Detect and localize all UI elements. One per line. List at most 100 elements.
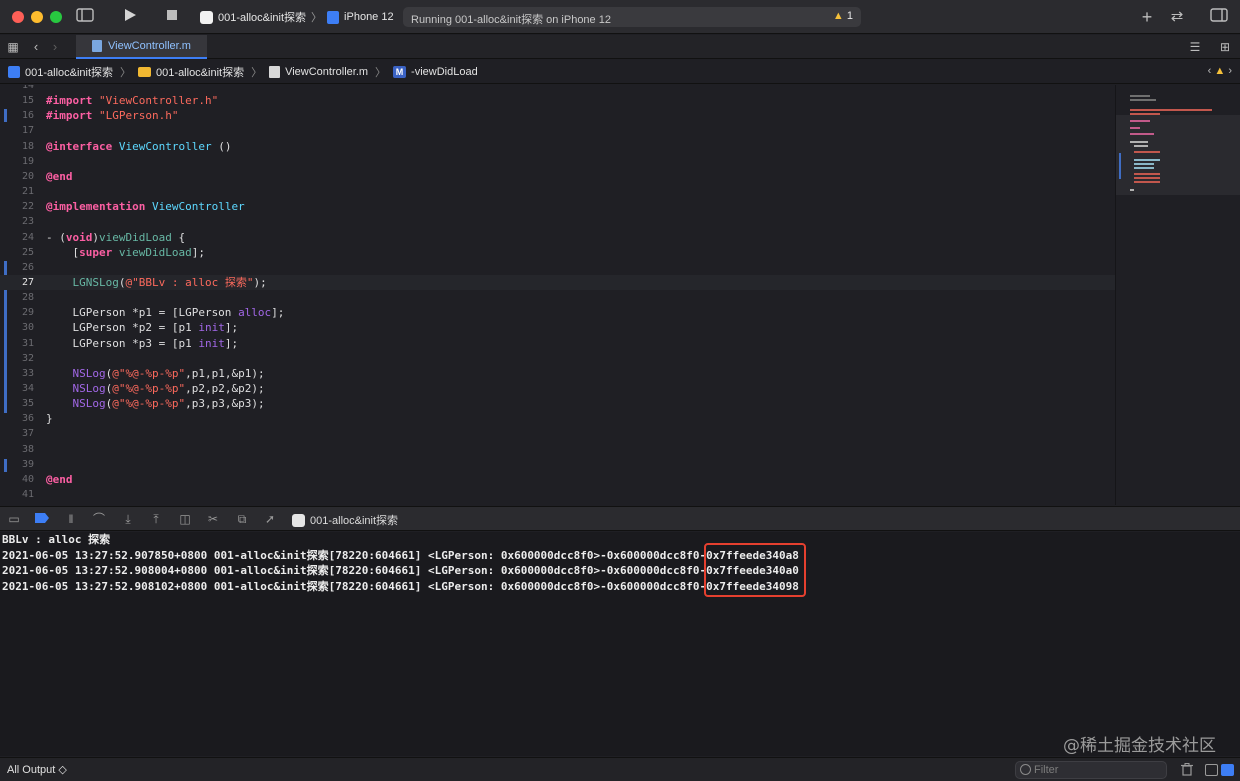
show-console-view-icon[interactable] (1221, 764, 1234, 776)
line-number[interactable]: 38 (10, 442, 34, 457)
code-line[interactable]: 19 (0, 154, 1115, 169)
line-number[interactable]: 39 (10, 457, 34, 472)
tab-viewcontroller[interactable]: ViewController.m (76, 35, 207, 59)
line-number[interactable]: 33 (10, 366, 34, 381)
code-line[interactable]: 14 (0, 85, 1115, 93)
code-line[interactable]: 31 LGPerson *p3 = [p1 init]; (0, 336, 1115, 351)
jumpbar-item-method[interactable]: -viewDidLoad (411, 66, 478, 78)
line-number[interactable]: 14 (10, 85, 34, 93)
code-line[interactable]: 37 (0, 426, 1115, 441)
run-icon[interactable] (121, 8, 139, 26)
code-line[interactable]: 36} (0, 411, 1115, 426)
warning-badge[interactable]: ▲ 1 (833, 10, 853, 22)
line-number[interactable]: 30 (10, 320, 34, 335)
code-line[interactable]: 24 - (void)viewDidLoad { (0, 230, 1115, 245)
warning-icon: ▲ (832, 10, 844, 22)
code-line[interactable]: 20 @end (0, 169, 1115, 184)
line-number[interactable]: 27 (10, 275, 34, 290)
output-selector[interactable]: All Output ◇ (7, 763, 67, 776)
jumpbar-item-project[interactable]: 001-alloc&init探索 (25, 64, 113, 80)
line-number[interactable]: 15 (10, 93, 34, 108)
code-line[interactable]: 15 #import "ViewController.h" (0, 93, 1115, 108)
inspector-toggle-icon[interactable] (1210, 8, 1228, 26)
line-number[interactable]: 19 (10, 154, 34, 169)
filter-icon (1020, 764, 1031, 775)
step-out-icon[interactable]: ⤒ (149, 512, 163, 526)
scheme-selector[interactable]: 001-alloc&init探索 〉 iPhone 12 (200, 9, 394, 25)
line-number[interactable]: 35 (10, 396, 34, 411)
minimap[interactable] (1115, 85, 1240, 505)
code-line[interactable]: 22 @implementation ViewController (0, 199, 1115, 214)
console-output[interactable]: BBLv : alloc 探索 2021-06-05 13:27:52.9078… (0, 532, 1240, 756)
grid-icon[interactable]: ▦ (4, 38, 22, 56)
address-highlight-box (704, 543, 806, 597)
line-number[interactable]: 23 (10, 214, 34, 229)
line-number[interactable]: 41 (10, 487, 34, 502)
jumpbar-item-folder[interactable]: 001-alloc&init探索 (156, 64, 244, 80)
line-number[interactable]: 21 (10, 184, 34, 199)
pause-icon[interactable]: ‖ (64, 512, 78, 526)
line-number[interactable]: 17 (10, 123, 34, 138)
code-line[interactable]: 39 (0, 457, 1115, 472)
line-number[interactable]: 20 (10, 169, 34, 184)
code-line[interactable]: 25 [super viewDidLoad]; (0, 245, 1115, 260)
code-line[interactable]: 33 NSLog(@"%@-%p-%p",p1,p1,&p1); (0, 366, 1115, 381)
source-editor[interactable]: 14 15 #import "ViewController.h" 16 #import … (0, 85, 1115, 505)
code-line[interactable]: 34 NSLog(@"%@-%p-%p",p2,p2,&p2); (0, 381, 1115, 396)
code-line[interactable]: 30 LGPerson *p2 = [p1 init]; (0, 320, 1115, 335)
filter-input[interactable]: Filter (1015, 761, 1167, 779)
line-number[interactable]: 36 (10, 411, 34, 426)
code-line[interactable]: 38 (0, 442, 1115, 457)
jumpbar-item-file[interactable]: ViewController.m (285, 66, 368, 78)
simulate-location-icon[interactable]: ➚ (263, 512, 277, 526)
back-arrow-icon[interactable]: ‹ (27, 38, 45, 56)
code-line[interactable]: 35 NSLog(@"%@-%p-%p",p3,p3,&p3); (0, 396, 1115, 411)
line-number[interactable]: 37 (10, 426, 34, 441)
line-number[interactable]: 32 (10, 351, 34, 366)
show-variables-view-icon[interactable] (1205, 764, 1218, 776)
line-number[interactable]: 22 (10, 199, 34, 214)
line-number[interactable]: 24 (10, 230, 34, 245)
line-number[interactable]: 34 (10, 381, 34, 396)
environment-overrides-icon[interactable]: ⧉ (235, 512, 249, 526)
memory-graph-icon[interactable]: ✂ (206, 512, 220, 526)
code-line[interactable]: 29 LGPerson *p1 = [LGPerson alloc]; (0, 305, 1115, 320)
editor-options-icon[interactable]: ☰ (1186, 38, 1204, 56)
breakpoints-toggle-icon[interactable] (35, 512, 49, 526)
line-number[interactable]: 25 (10, 245, 34, 260)
step-into-icon[interactable]: ⤓ (121, 512, 135, 526)
trash-icon[interactable] (1181, 763, 1193, 776)
code-line[interactable]: 32 (0, 351, 1115, 366)
line-number[interactable]: 28 (10, 290, 34, 305)
code-line[interactable]: 18 @interface ViewController () (0, 139, 1115, 154)
sidebar-toggle-icon[interactable] (76, 8, 94, 26)
code-line[interactable]: 17 (0, 123, 1115, 138)
line-number[interactable]: 29 (10, 305, 34, 320)
line-number[interactable]: 26 (10, 260, 34, 275)
stop-icon[interactable] (163, 8, 181, 26)
add-editor-icon[interactable]: ⊞ (1216, 38, 1234, 56)
zoom-window-button[interactable] (50, 11, 62, 23)
code-line[interactable]: 16 #import "LGPerson.h" (0, 108, 1115, 123)
line-number[interactable]: 31 (10, 336, 34, 351)
code-line[interactable]: 40 @end (0, 472, 1115, 487)
line-number[interactable]: 18 (10, 139, 34, 154)
code-line[interactable]: 28 (0, 290, 1115, 305)
code-line[interactable]: 23 (0, 214, 1115, 229)
minimize-window-button[interactable] (31, 11, 43, 23)
line-number[interactable]: 40 (10, 472, 34, 487)
view-hierarchy-icon[interactable]: ◫ (178, 512, 192, 526)
issue-navigator-controls[interactable]: ‹ ▲ › (1208, 65, 1232, 77)
code-line[interactable]: 21 (0, 184, 1115, 199)
code-line[interactable]: 26 (0, 260, 1115, 275)
plus-icon[interactable]: + (1138, 8, 1156, 26)
line-number[interactable]: 16 (10, 108, 34, 123)
close-window-button[interactable] (12, 11, 24, 23)
code-line[interactable]: 27 LGNSLog(@"BBLv : alloc 探索"); (0, 274, 1115, 290)
debug-process-selector[interactable]: 001-alloc&init探索 (292, 512, 398, 528)
forward-arrow-icon[interactable]: › (46, 38, 64, 56)
swap-icon[interactable]: ⇄ (1168, 8, 1186, 26)
step-over-icon[interactable]: ⌒ (92, 512, 106, 526)
hide-debug-area-icon[interactable]: ▭ (7, 512, 21, 526)
code-line[interactable]: 41 (0, 487, 1115, 502)
